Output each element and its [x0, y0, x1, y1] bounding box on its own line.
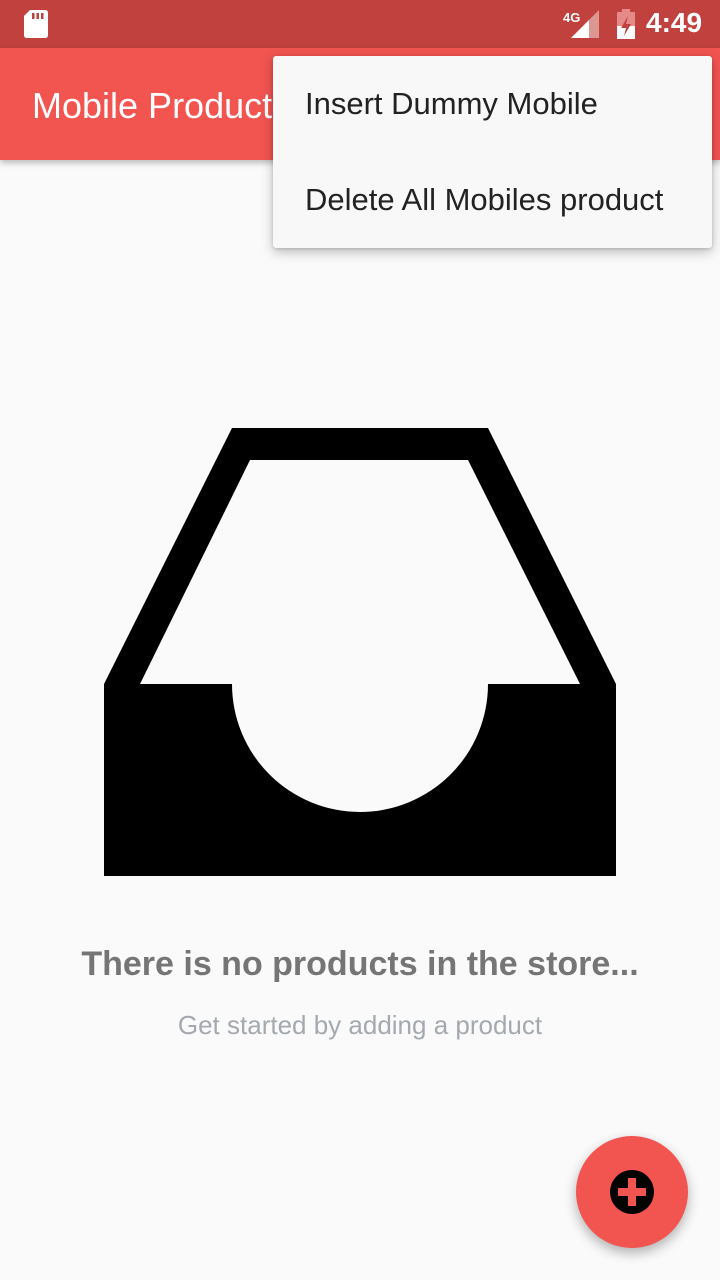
empty-state-subtitle: Get started by adding a product — [177, 1010, 543, 1040]
status-bar: 4G 4:49 — [0, 0, 720, 48]
status-clock: 4:49 — [646, 7, 703, 38]
menu-item-insert-dummy-mobile[interactable]: Insert Dummy Mobile — [273, 56, 712, 152]
inbox-icon — [104, 428, 616, 876]
add-icon — [610, 1170, 654, 1214]
empty-state-title: There is no products in the store... — [81, 945, 639, 983]
overflow-menu: Insert Dummy Mobile Delete All Mobiles p… — [273, 56, 712, 248]
battery-icon — [617, 9, 635, 39]
signal-icon: 4G — [563, 10, 599, 38]
network-type-label: 4G — [563, 10, 580, 25]
sd-card-icon — [24, 10, 48, 38]
add-product-button[interactable] — [576, 1136, 688, 1248]
app-title: Mobile Products — [32, 85, 291, 126]
menu-item-delete-all-mobiles[interactable]: Delete All Mobiles product — [273, 152, 712, 248]
